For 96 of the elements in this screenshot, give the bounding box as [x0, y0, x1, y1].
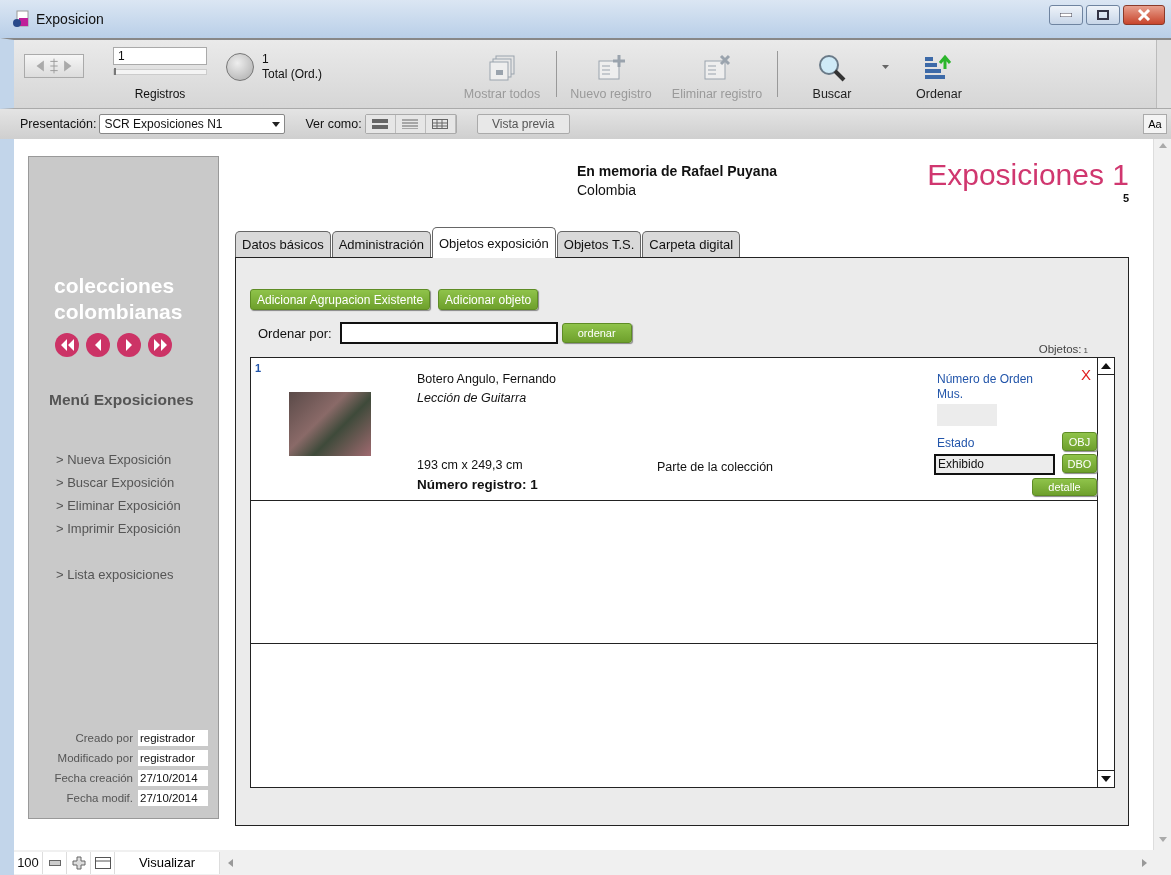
- menu-link[interactable]: > Imprimir Exposición: [56, 520, 181, 538]
- dropdown-caret-icon[interactable]: [882, 65, 889, 69]
- meta-field: 27/10/2014: [138, 790, 208, 806]
- state-label: Estado: [937, 436, 976, 451]
- found-set-pie-icon: [226, 53, 254, 81]
- layout-label: Presentación:: [20, 117, 97, 131]
- found-count: 1: [262, 52, 270, 67]
- meta-label: Modificado por: [56, 751, 133, 766]
- caret-icon: [272, 121, 281, 127]
- left-arrow-icon: [95, 339, 101, 351]
- mode-button[interactable]: Visualizar: [115, 851, 220, 874]
- window-title: Exposicion: [36, 11, 105, 27]
- form-view-button[interactable]: [365, 115, 396, 133]
- view-switcher[interactable]: [364, 114, 457, 134]
- scroll-down-icon[interactable]: [1101, 776, 1111, 782]
- add-record-icon: [596, 53, 626, 83]
- menu-link[interactable]: > Eliminar Exposición: [56, 497, 181, 515]
- tab[interactable]: Objetos exposición: [431, 227, 556, 258]
- order-label: Número de Orden Mus.: [937, 372, 1035, 402]
- object-button[interactable]: OBJ: [1062, 432, 1097, 451]
- scroll-up-icon[interactable]: [1101, 363, 1111, 369]
- menu-link[interactable]: > Buscar Exposición: [56, 474, 175, 492]
- record-count: 5: [1122, 192, 1129, 204]
- double-right-arrow-icon: [153, 339, 167, 351]
- meta-label: Fecha creación: [53, 771, 133, 786]
- state-field[interactable]: Exhibido: [934, 454, 1055, 475]
- list-view-icon: [402, 119, 419, 129]
- zoom-level: 100: [14, 851, 43, 874]
- tab[interactable]: Datos básicos: [235, 231, 331, 257]
- total-label: Total (Ord.): [262, 67, 323, 82]
- table-view-icon: [432, 119, 449, 129]
- artist-name: Botero Angulo, Fernando: [417, 371, 557, 388]
- view-as-label: Ver como:: [305, 117, 362, 131]
- next-record-button[interactable]: [117, 333, 141, 357]
- meta-field: registrador: [138, 730, 208, 746]
- artwork-title: Lección de Guitarra: [417, 390, 528, 407]
- add-button[interactable]: Adicionar Agrupacion Existente: [250, 289, 431, 310]
- header-subtitle: Colombia: [577, 181, 638, 200]
- meta-label: Creado por: [74, 731, 133, 746]
- tab[interactable]: Administración: [331, 231, 431, 257]
- collection-status: Parte de la colección: [657, 460, 775, 474]
- objects-label: Objetos:: [1038, 343, 1082, 355]
- registry-number: Número registro: 1: [417, 476, 539, 494]
- menu-link[interactable]: > Lista exposiciones: [56, 566, 174, 584]
- scroll-right-icon[interactable]: [1142, 858, 1147, 867]
- close-button[interactable]: [1123, 5, 1165, 25]
- row-number: 1: [255, 362, 263, 376]
- delete-record-icon: [702, 53, 732, 83]
- menu-title: Menú Exposiciones: [49, 391, 195, 409]
- objects-count: 1: [1083, 346, 1088, 355]
- minimize-button[interactable]: [1049, 5, 1083, 25]
- object-button[interactable]: DBO: [1062, 454, 1097, 473]
- zoom-in-button[interactable]: [67, 851, 91, 874]
- add-button[interactable]: Adicionar objeto: [438, 289, 539, 310]
- delete-button[interactable]: X: [1081, 366, 1091, 383]
- zoom-out-button[interactable]: [43, 851, 67, 874]
- tab[interactable]: Carpeta digital: [642, 231, 741, 257]
- sort-label: Ordenar por:: [258, 325, 332, 341]
- tab[interactable]: Objetos T.S.: [556, 231, 642, 257]
- record-slider[interactable]: [113, 69, 207, 75]
- last-record-button[interactable]: [148, 333, 172, 357]
- layout-dropdown[interactable]: SCR Exposiciones N1: [99, 114, 286, 134]
- table-view-button[interactable]: [425, 115, 456, 133]
- toolbar-button[interactable]: Ordenar: [899, 43, 979, 105]
- records-label: Registros: [134, 87, 186, 101]
- minimize-icon: [1060, 13, 1072, 17]
- menu-link[interactable]: > Nueva Exposición: [56, 451, 172, 469]
- record-number-field[interactable]: 1: [113, 47, 207, 65]
- app-icon: [12, 10, 30, 28]
- header-title: En memoria de Rafael Puyana: [577, 162, 777, 181]
- double-left-arrow-icon: [60, 339, 74, 351]
- sort-field[interactable]: [339, 322, 558, 344]
- dimensions: 193 cm x 249,3 cm: [417, 457, 524, 474]
- plus-icon: [71, 855, 86, 870]
- toolbar-button[interactable]: Buscar: [782, 43, 882, 105]
- close-icon: [1137, 9, 1151, 21]
- maximize-button[interactable]: [1086, 5, 1120, 25]
- minus-icon: [48, 859, 61, 866]
- right-arrow-icon: [126, 339, 132, 351]
- status-toolbar-button[interactable]: [91, 851, 115, 874]
- form-view-icon: [372, 119, 389, 129]
- page-heading: Exposiciones 1: [927, 158, 1129, 192]
- meta-label: Fecha modif.: [65, 791, 133, 806]
- maximize-icon: [1097, 10, 1109, 20]
- previous-record-button[interactable]: [86, 333, 110, 357]
- first-record-button[interactable]: [55, 333, 79, 357]
- detail-button[interactable]: detalle: [1032, 478, 1097, 496]
- text-format-button[interactable]: Aa: [1143, 114, 1167, 134]
- meta-field: 27/10/2014: [138, 770, 208, 786]
- sort-button[interactable]: ordenar: [561, 323, 632, 343]
- search-icon: [817, 53, 847, 83]
- preview-button[interactable]: Vista previa: [476, 114, 570, 134]
- stacked-pages-icon: [487, 53, 517, 83]
- scroll-left-icon[interactable]: [228, 858, 233, 867]
- window-icon: [94, 856, 111, 869]
- meta-field: registrador: [138, 750, 208, 766]
